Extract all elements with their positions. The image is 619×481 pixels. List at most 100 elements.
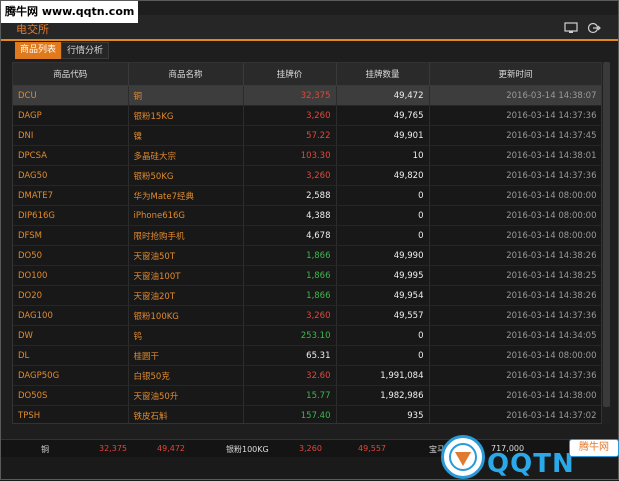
table-row[interactable]: DO100 天窗油100T 1,866 49,995 2016-03-14 14:38:… (13, 265, 601, 286)
cell-time: 2016-03-14 14:37:36 (429, 365, 601, 386)
cell-code: DPCSA (13, 145, 129, 166)
cell-qty: 1,991,084 (336, 365, 430, 386)
table-row[interactable]: DAGP 银粉15KG 3,260 49,765 2016-03-14 14:37:36 (13, 105, 601, 126)
title-underline (1, 39, 618, 41)
table-row[interactable]: DO50S 天窗油50升 15.77 1,982,986 2016-03-14 14:3… (13, 385, 601, 406)
cell-price: 253.10 (243, 325, 337, 346)
table-row[interactable]: DNI 镍 57.22 49,901 2016-03-14 14:37:45 (13, 125, 601, 146)
column-header-name[interactable]: 商品名称 (128, 63, 244, 86)
cell-name: 银粉50KG (128, 165, 244, 186)
cell-name: 桂圆干 (128, 345, 244, 366)
cell-name: 铜 (128, 85, 244, 106)
cell-code: DAG100 (13, 305, 129, 326)
cell-qty: 1,982,986 (336, 385, 430, 406)
product-table: 商品代码 商品名称 挂牌价 挂牌数量 更新时间 DCU 铜 32,375 49,472… (12, 62, 602, 424)
monitor-icon[interactable] (564, 22, 578, 34)
column-header-code[interactable]: 商品代码 (13, 63, 129, 86)
cell-name: 银粉15KG (128, 105, 244, 126)
cell-name: 镍 (128, 125, 244, 146)
cell-code: DCU (13, 85, 129, 106)
tab-product-list[interactable]: 商品列表 (15, 42, 62, 59)
cell-time: 2016-03-14 14:37:02 (429, 405, 601, 423)
ticker-item1-qty: 49,472 (157, 444, 185, 453)
table-row[interactable]: DW 钨 253.10 0 2016-03-14 14:34:05 (13, 325, 601, 346)
cell-code: DMATE7 (13, 185, 129, 206)
cell-time: 2016-03-14 14:34:05 (429, 325, 601, 346)
logo-text: QQTN (487, 449, 575, 479)
cell-price: 32.60 (243, 365, 337, 386)
cell-price: 4,388 (243, 205, 337, 226)
table-row[interactable]: DL 桂圆干 65.31 0 2016-03-14 08:00:00 (13, 345, 601, 366)
tab-bar: 商品列表 行情分析 (15, 42, 110, 59)
cell-name: 天窗油100T (128, 265, 244, 286)
cell-time: 2016-03-14 14:38:25 (429, 265, 601, 286)
cell-name: 钨 (128, 325, 244, 346)
cell-price: 3,260 (243, 105, 337, 126)
cell-qty: 10 (336, 145, 430, 166)
logout-icon[interactable] (587, 22, 601, 34)
tab-market-analysis[interactable]: 行情分析 (61, 42, 110, 59)
cell-name: 天窗油50T (128, 245, 244, 266)
cell-code: DAGP50G (13, 365, 129, 386)
table-row[interactable]: DAGP50G 白银50克 32.60 1,991,084 2016-03-14 14:… (13, 365, 601, 386)
table-row[interactable]: DAG100 银粉100KG 3,260 49,557 2016-03-14 14:37… (13, 305, 601, 326)
table-row[interactable]: DCU 铜 32,375 49,472 2016-03-14 14:38:07 (13, 85, 601, 106)
cell-time: 2016-03-14 14:37:36 (429, 305, 601, 326)
scrollbar-thumb[interactable] (603, 62, 610, 407)
cell-qty: 49,557 (336, 305, 430, 326)
cell-code: DW (13, 325, 129, 346)
cell-price: 1,866 (243, 265, 337, 286)
cell-code: DO50 (13, 245, 129, 266)
column-header-price[interactable]: 挂牌价 (243, 63, 337, 86)
logo-subtext: 腾牛网 (569, 439, 619, 457)
cell-name: 多晶硅大宗 (128, 145, 244, 166)
cell-code: DFSM (13, 225, 129, 246)
cell-qty: 49,901 (336, 125, 430, 146)
table-row[interactable]: DO50 天窗油50T 1,866 49,990 2016-03-14 14:38:26 (13, 245, 601, 266)
cell-time: 2016-03-14 14:38:26 (429, 245, 601, 266)
cell-name: 铁皮石斛 (128, 405, 244, 423)
cell-code: DO100 (13, 265, 129, 286)
cell-qty: 0 (336, 325, 430, 346)
ticker-item2-name: 银粉100KG (226, 445, 269, 454)
cell-qty: 49,820 (336, 165, 430, 186)
ticker-item1-price: 32,375 (99, 444, 127, 453)
cell-qty: 49,765 (336, 105, 430, 126)
cell-name: 天窗油20T (128, 285, 244, 306)
site-watermark: 腾牛网 www.qqtn.com (1, 1, 139, 23)
table-row[interactable]: DAG50 银粉50KG 3,260 49,820 2016-03-14 14:37:3… (13, 165, 601, 186)
table-row[interactable]: DMATE7 华为Mate7经典 2,588 0 2016-03-14 08:00:00 (13, 185, 601, 206)
cell-time: 2016-03-14 08:00:00 (429, 345, 601, 366)
cell-time: 2016-03-14 08:00:00 (429, 185, 601, 206)
table-row[interactable]: DFSM 限时抢购手机 4,678 0 2016-03-14 08:00:00 (13, 225, 601, 246)
table-row[interactable]: TPSH 铁皮石斛 157.40 935 2016-03-14 14:37:02 (13, 405, 601, 423)
cell-price: 32,375 (243, 85, 337, 106)
cell-code: DAGP (13, 105, 129, 126)
column-header-time[interactable]: 更新时间 (429, 63, 601, 86)
cell-qty: 49,954 (336, 285, 430, 306)
cell-price: 65.31 (243, 345, 337, 366)
vertical-scrollbar[interactable] (602, 62, 611, 424)
cell-price: 4,678 (243, 225, 337, 246)
cell-price: 1,866 (243, 285, 337, 306)
table-row[interactable]: DIP616G iPhone616G 4,388 0 2016-03-14 08:00:… (13, 205, 601, 226)
cell-code: DAG50 (13, 165, 129, 186)
qqtn-logo: QQTN 腾牛网 (441, 435, 619, 481)
table-row[interactable]: DO20 天窗油20T 1,866 49,954 2016-03-14 14:38:26 (13, 285, 601, 306)
cell-time: 2016-03-14 08:00:00 (429, 225, 601, 246)
cell-time: 2016-03-14 14:38:07 (429, 85, 601, 106)
cell-qty: 0 (336, 345, 430, 366)
ticker-item2-qty: 49,557 (358, 444, 386, 453)
table-row[interactable]: DPCSA 多晶硅大宗 103.30 10 2016-03-14 14:38:01 (13, 145, 601, 166)
cell-price: 3,260 (243, 305, 337, 326)
cell-code: TPSH (13, 405, 129, 423)
cell-price: 157.40 (243, 405, 337, 423)
column-header-qty[interactable]: 挂牌数量 (336, 63, 430, 86)
cell-price: 1,866 (243, 245, 337, 266)
table-header: 商品代码 商品名称 挂牌价 挂牌数量 更新时间 (13, 63, 601, 86)
ticker-item2-price: 3,260 (299, 444, 322, 453)
cell-price: 3,260 (243, 165, 337, 186)
cell-time: 2016-03-14 14:37:45 (429, 125, 601, 146)
cell-qty: 49,472 (336, 85, 430, 106)
cell-qty: 935 (336, 405, 430, 423)
